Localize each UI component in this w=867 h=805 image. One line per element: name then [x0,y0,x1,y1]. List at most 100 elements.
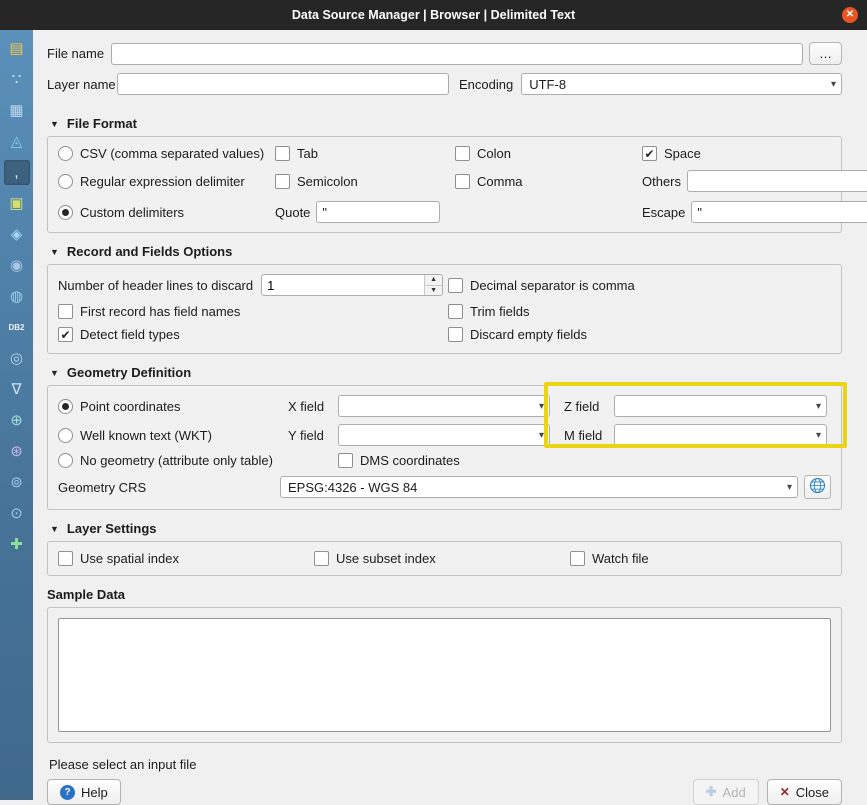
layer-name-input[interactable] [117,73,449,95]
colon-checkbox-label: Colon [477,146,511,161]
trim-fields-label: Trim fields [470,304,529,319]
no-geometry-label: No geometry (attribute only table) [80,453,273,468]
sample-data-frame [47,607,842,743]
decimal-separator-checkbox[interactable]: Decimal separator is comma [448,278,635,293]
browse-file-button[interactable]: … [809,42,842,65]
raster-icon: ▦ [9,103,23,118]
chevron-down-icon: ▾ [787,482,792,493]
tab-checkbox-label: Tab [297,146,318,161]
sidebar-item-vector[interactable]: ∵ [4,67,30,92]
spin-up-button[interactable]: ▲ [425,275,442,286]
escape-field-row: Escape [642,201,867,223]
decimal-separator-label: Decimal separator is comma [470,278,635,293]
semicolon-checkbox[interactable]: Semicolon [275,174,455,189]
escape-input[interactable] [691,201,867,223]
oracle-icon: ◎ [10,351,23,366]
detect-field-types-checkbox[interactable]: Detect field types [58,327,180,342]
layer-settings-header[interactable]: Layer Settings [50,521,842,536]
layer-settings-frame: Use spatial index Use subset index Watch… [47,541,842,576]
sidebar-item-spatialite[interactable]: ◈ [4,222,30,247]
discard-empty-checkbox[interactable]: Discard empty fields [448,327,587,342]
geometry-header[interactable]: Geometry Definition [50,365,842,380]
window-titlebar: Data Source Manager | Browser | Delimite… [0,0,867,30]
spin-down-button[interactable]: ▼ [425,286,442,296]
custom-radio-label: Custom delimiters [80,205,184,220]
z-field-select[interactable]: ▾ [614,395,827,417]
use-subset-index-checkbox[interactable]: Use subset index [314,551,570,566]
encoding-value: UTF-8 [529,77,827,92]
use-spatial-index-checkbox[interactable]: Use spatial index [58,551,314,566]
mssql-icon: ◍ [10,289,23,304]
sidebar-item-wfs[interactable]: ⊚ [4,470,30,495]
sidebar-item-arcgis-map[interactable]: ⊙ [4,501,30,526]
space-checkbox[interactable]: Space [642,146,867,161]
tab-checkbox[interactable]: Tab [275,146,455,161]
sample-data-table[interactable] [58,618,831,732]
header-lines-input[interactable] [262,275,424,295]
m-field-select[interactable]: ▾ [614,424,827,446]
collapse-arrow-icon [50,368,59,378]
trim-fields-checkbox[interactable]: Trim fields [448,304,529,319]
sidebar-item-postgresql[interactable]: ◉ [4,253,30,278]
help-button[interactable]: ? Help [47,779,121,805]
discard-empty-label: Discard empty fields [470,327,587,342]
globe-crs-icon [809,477,826,497]
header-lines-label: Number of header lines to discard [58,278,253,293]
geometry-crs-label: Geometry CRS [58,480,280,495]
sidebar-item-db2[interactable]: DB2 [4,315,30,340]
sample-data-group: Sample Data [47,587,842,743]
sidebar-item-delimited-text[interactable]: , [4,160,30,185]
sidebar-item-geopackage[interactable]: ▣ [4,191,30,216]
db2-icon: DB2 [8,324,24,332]
z-field-label: Z field [564,399,608,414]
watch-file-label: Watch file [592,551,649,566]
sidebar-item-raster[interactable]: ▦ [4,98,30,123]
csv-radio[interactable]: CSV (comma separated values) [58,146,275,161]
collapse-arrow-icon [50,119,59,129]
comma-checkbox[interactable]: Comma [455,174,642,189]
window-close-button[interactable]: ✕ [842,7,858,23]
geometry-crs-select[interactable]: EPSG:4326 - WGS 84 ▾ [280,476,798,498]
no-geometry-radio[interactable]: No geometry (attribute only table) [58,453,288,468]
x-field-select[interactable]: ▾ [338,395,550,417]
layer-name-label: Layer name [47,77,117,92]
record-fields-group: Record and Fields Options Number of head… [47,244,842,354]
detect-field-types-label: Detect field types [80,327,180,342]
sidebar-item-oracle[interactable]: ◎ [4,346,30,371]
sidebar-item-wcs[interactable]: ⊛ [4,439,30,464]
postgresql-icon: ◉ [10,258,23,273]
record-fields-frame: Number of header lines to discard ▲▼ Dec… [47,264,842,354]
encoding-select[interactable]: UTF-8 ▾ [521,73,842,95]
wkt-radio[interactable]: Well known text (WKT) [58,428,288,443]
file-name-input[interactable] [111,43,803,65]
chevron-down-icon: ▾ [816,401,821,412]
sidebar-item-wms[interactable]: ⊕ [4,408,30,433]
sidebar-item-mssql[interactable]: ◍ [4,284,30,309]
record-fields-header[interactable]: Record and Fields Options [50,244,842,259]
sidebar-item-browser[interactable]: ▤ [4,36,30,61]
layer-settings-group: Layer Settings Use spatial index Use sub… [47,521,842,576]
y-field-select[interactable]: ▾ [338,424,550,446]
dms-coordinates-checkbox[interactable]: DMS coordinates [338,453,460,468]
close-button[interactable]: ✕ Close [767,779,842,805]
layer-name-row: Layer name Encoding UTF-8 ▾ [47,73,842,95]
sidebar-item-virtual-layer[interactable]: ∇ [4,377,30,402]
first-record-checkbox[interactable]: First record has field names [58,304,240,319]
y-field-label: Y field [288,428,332,443]
custom-delimiters-radio[interactable]: Custom delimiters [58,205,275,220]
select-crs-button[interactable] [804,475,831,499]
colon-checkbox[interactable]: Colon [455,146,642,161]
header-lines-spinbox[interactable]: ▲▼ [261,274,443,296]
chevron-down-icon: ▾ [539,401,544,412]
watch-file-checkbox[interactable]: Watch file [570,551,826,566]
browser-icon: ▤ [9,41,23,56]
sidebar-item-mesh[interactable]: ◬ [4,129,30,154]
add-button[interactable]: ✚ Add [693,779,759,805]
point-coordinates-radio[interactable]: Point coordinates [58,399,288,414]
sidebar-item-arcgis-feature[interactable]: ✚ [4,532,30,557]
others-input[interactable] [687,170,867,192]
regex-delimiter-radio[interactable]: Regular expression delimiter [58,174,275,189]
file-format-title: File Format [67,116,137,131]
file-format-header[interactable]: File Format [50,116,842,131]
quote-input[interactable] [316,201,440,223]
